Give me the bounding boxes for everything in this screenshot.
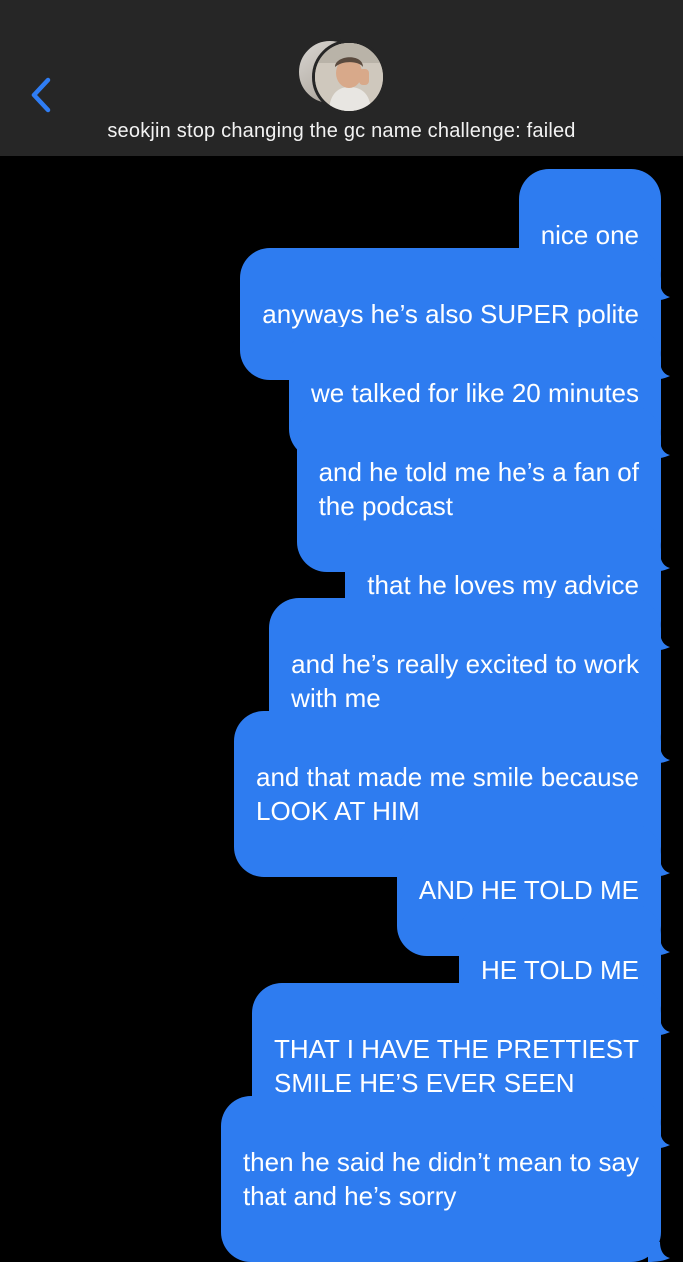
message-text: and that made me smile because LOOK AT H… (256, 762, 639, 826)
message-text: THAT I HAVE THE PRETTIEST SMILE HE’S EVE… (273, 1034, 639, 1098)
chevron-left-icon (31, 77, 51, 113)
avatar-primary (312, 40, 386, 114)
message-bubble[interactable]: then he said he didn’t mean to say that … (220, 1096, 670, 1262)
message-text: and he told me he’s a fan of the podcast (318, 457, 639, 521)
message-text: AND HE TOLD ME (418, 875, 639, 905)
message-text: then he said he didn’t mean to say that … (242, 1147, 639, 1211)
group-avatar[interactable] (296, 38, 392, 114)
message-text: nice one (540, 220, 639, 250)
person-photo-icon (315, 43, 383, 111)
message-text: and he’s really excited to work with me (291, 649, 639, 713)
message-text: anyways he’s also SUPER polite (262, 299, 639, 329)
back-button[interactable] (22, 70, 62, 120)
message-text: HE TOLD ME (481, 955, 639, 985)
chat-header: seokjin stop changing the gc name challe… (0, 0, 683, 156)
group-name[interactable]: seokjin stop changing the gc name challe… (0, 120, 683, 143)
message-text: we talked for like 20 minutes (310, 378, 639, 408)
bubble-tail-icon (648, 1242, 670, 1262)
message-text: that he loves my advice (367, 570, 639, 600)
